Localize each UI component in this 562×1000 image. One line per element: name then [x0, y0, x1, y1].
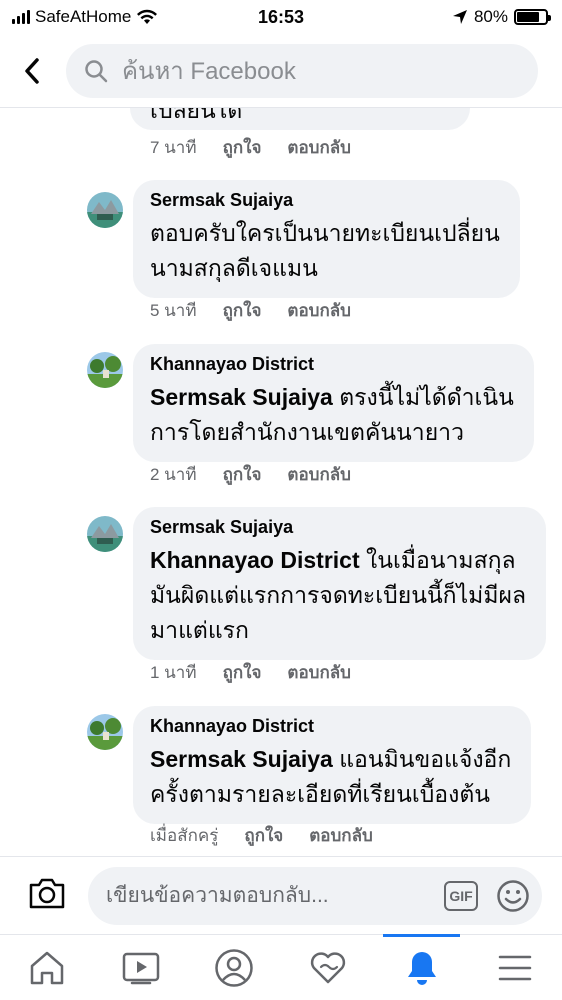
- nav-watch[interactable]: [94, 935, 188, 1000]
- status-bar: SafeAtHome 16:53 80%: [0, 0, 562, 34]
- search-icon: [85, 59, 108, 82]
- comment-line: แอนมินขอแจ้งอีก: [339, 746, 512, 772]
- comment-line: มันผิดแต่แรกการจดทะเบียนนี้ก็ไม่มีผล: [150, 582, 527, 608]
- comment-actions-partial: 7 นาที ถูกใจ ตอบกลับ: [150, 134, 351, 161]
- comment-bubble: Khannayao District Sermsak Sujaiya แอนมิ…: [133, 706, 532, 824]
- like-button[interactable]: ถูกใจ: [244, 822, 283, 849]
- comment-line: ครั้งตามรายละเอียดที่เรียนเบื้องต้น: [150, 781, 491, 807]
- comment-author[interactable]: Khannayao District: [150, 716, 511, 737]
- comment-thread: เปลี่ยนได้ 7 นาที ถูกใจ ตอบกลับ Sermsak …: [0, 108, 562, 856]
- comment-actions: เมื่อสักครู่ ถูกใจ ตอบกลับ: [150, 822, 373, 849]
- comment-actions: 5 นาที ถูกใจ ตอบกลับ: [150, 297, 351, 324]
- camera-button[interactable]: [28, 876, 66, 915]
- cellular-signal-icon: [12, 10, 30, 24]
- nav-profile[interactable]: [187, 935, 281, 1000]
- comment-line: การโดยสำนักงานเขตคันนายาว: [150, 419, 465, 445]
- comment-line: นามสกุลดีเจแมน: [150, 255, 318, 281]
- comment-time: เมื่อสักครู่: [150, 826, 219, 845]
- comment-bubble: Sermsak Sujaiya ตอบครับใครเป็นนายทะเบียน…: [133, 180, 520, 298]
- comment-bubble: Sermsak Sujaiya Khannayao District ในเมื…: [133, 507, 547, 660]
- carrier-name: SafeAtHome: [35, 7, 132, 26]
- comment-author[interactable]: Sermsak Sujaiya: [150, 190, 500, 211]
- avatar-khannayao[interactable]: [87, 714, 123, 750]
- comment-actions: 2 นาที ถูกใจ ตอบกลับ: [150, 461, 351, 488]
- search-placeholder: ค้นหา Facebook: [122, 58, 296, 85]
- comment-text: Sermsak Sujaiya แอนมินขอแจ้งอีก ครั้งตาม…: [150, 742, 511, 812]
- like-button[interactable]: ถูกใจ: [223, 659, 262, 686]
- comment-time: 2 นาที: [150, 465, 197, 484]
- avatar-khannayao[interactable]: [87, 352, 123, 388]
- watch-icon: [122, 952, 159, 984]
- wifi-icon: [137, 9, 158, 24]
- mention-link[interactable]: Sermsak Sujaiya: [150, 746, 333, 772]
- mention-link[interactable]: Sermsak Sujaiya: [150, 384, 333, 410]
- status-left: SafeAtHome: [12, 7, 158, 27]
- comment-author[interactable]: Sermsak Sujaiya: [150, 517, 526, 538]
- emoji-icon[interactable]: [496, 879, 530, 913]
- camera-icon: [29, 878, 65, 909]
- comment-actions: 1 นาที ถูกใจ ตอบกลับ: [150, 659, 351, 686]
- nav-home[interactable]: [0, 935, 94, 1000]
- like-button[interactable]: ถูกใจ: [223, 297, 262, 324]
- comment-line: ตรงนี้ไม่ได้ดำเนิน: [339, 384, 514, 410]
- comment-bubble: Khannayao District Sermsak Sujaiya ตรงนี…: [133, 344, 534, 462]
- nav-dating[interactable]: [281, 935, 375, 1000]
- avatar-image: [87, 516, 123, 552]
- bottom-nav: [0, 934, 562, 1000]
- avatar-image: [87, 352, 123, 388]
- mention-link[interactable]: Khannayao District: [150, 547, 360, 573]
- gif-button[interactable]: GIF: [444, 880, 478, 911]
- profile-icon: [215, 948, 253, 987]
- comment-line: ตอบครับใครเป็นนายทะเบียนเปลี่ยน: [150, 220, 500, 246]
- reply-bar: เขียนข้อความตอบกลับ... GIF: [0, 856, 562, 934]
- comment-text: Sermsak Sujaiya ตรงนี้ไม่ได้ดำเนิน การโด…: [150, 380, 514, 450]
- avatar-sermsak[interactable]: [87, 192, 123, 228]
- battery-fill: [517, 12, 540, 22]
- comment-line: มาแต่แรก: [150, 617, 249, 643]
- reply-placeholder: เขียนข้อความตอบกลับ...: [106, 884, 329, 907]
- comment-time: 5 นาที: [150, 301, 197, 320]
- reply-button[interactable]: ตอบกลับ: [287, 134, 351, 161]
- comment-text: ตอบครับใครเป็นนายทะเบียนเปลี่ยน นามสกุลด…: [150, 216, 500, 286]
- header: ค้นหา Facebook: [0, 34, 562, 108]
- comment-author[interactable]: Khannayao District: [150, 354, 514, 375]
- location-arrow-icon: [452, 10, 467, 24]
- reply-button[interactable]: ตอบกลับ: [287, 297, 351, 324]
- avatar-image: [87, 192, 123, 228]
- home-icon: [30, 951, 64, 984]
- avatar-sermsak[interactable]: [87, 516, 123, 552]
- comment-time: 7 นาที: [150, 138, 197, 157]
- comment-time: 1 นาที: [150, 663, 197, 682]
- menu-icon: [498, 955, 532, 980]
- battery-percent: 80%: [473, 7, 508, 26]
- nav-menu[interactable]: [468, 935, 562, 1000]
- reply-button[interactable]: ตอบกลับ: [287, 659, 351, 686]
- reply-input[interactable]: เขียนข้อความตอบกลับ... GIF: [88, 866, 542, 925]
- comment-text: Khannayao District ในเมื่อนามสกุล มันผิด…: [150, 543, 526, 648]
- avatar-image: [87, 714, 123, 750]
- comment-line: ในเมื่อนามสกุล: [366, 547, 516, 573]
- status-right: 80%: [452, 7, 551, 27]
- nav-notifications[interactable]: [375, 934, 469, 1000]
- like-button[interactable]: ถูกใจ: [223, 461, 262, 488]
- comment-text-partial: เปลี่ยนได้: [150, 108, 243, 123]
- battery-icon: [514, 9, 551, 25]
- reply-button[interactable]: ตอบกลับ: [309, 822, 373, 849]
- like-button[interactable]: ถูกใจ: [223, 134, 262, 161]
- back-button[interactable]: [14, 49, 50, 93]
- chevron-left-icon: [25, 57, 39, 84]
- reply-button[interactable]: ตอบกลับ: [287, 461, 351, 488]
- search-input[interactable]: ค้นหา Facebook: [66, 43, 538, 98]
- notifications-icon: [407, 951, 436, 985]
- dating-icon: [310, 951, 345, 983]
